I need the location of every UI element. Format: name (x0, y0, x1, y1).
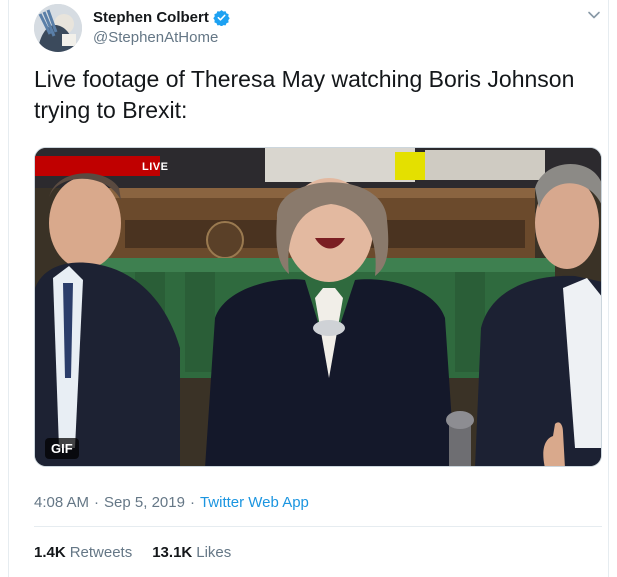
chevron-down-icon[interactable] (587, 8, 601, 22)
tweet-time[interactable]: 4:08 AM (34, 494, 89, 511)
author-avatar[interactable] (34, 4, 82, 52)
tweet-metadata: 4:08 AM · Sep 5, 2019 · Twitter Web App (34, 494, 309, 511)
live-label: LIVE (142, 161, 169, 173)
author-name-row[interactable]: Stephen Colbert (93, 9, 230, 27)
retweets-count: 1.4K (34, 544, 66, 561)
verified-badge-icon (213, 9, 230, 27)
likes-stat[interactable]: 13.1K Likes (152, 544, 231, 561)
likes-label: Likes (196, 544, 232, 561)
meta-separator: · (189, 494, 195, 511)
divider (34, 526, 602, 527)
tweet-media-gif[interactable]: LIVE GIF (34, 147, 602, 467)
tweet-source-link[interactable]: Twitter Web App (200, 494, 309, 511)
author-display-name[interactable]: Stephen Colbert (93, 9, 209, 26)
tweet-stats: 1.4K Retweets 13.1K Likes (34, 544, 251, 561)
tweet-text: Live footage of Theresa May watching Bor… (34, 66, 575, 123)
author-handle[interactable]: @StephenAtHome (93, 29, 218, 46)
tweet-card: Stephen Colbert @StephenAtHome Live foot… (8, 0, 609, 577)
retweets-label: Retweets (69, 544, 133, 561)
gif-badge: GIF (45, 438, 79, 459)
likes-count: 13.1K (152, 544, 193, 561)
meta-separator: · (94, 494, 100, 511)
gif-still-image (35, 148, 601, 466)
tweet-date[interactable]: Sep 5, 2019 (104, 494, 185, 511)
retweets-stat[interactable]: 1.4K Retweets (34, 544, 132, 561)
